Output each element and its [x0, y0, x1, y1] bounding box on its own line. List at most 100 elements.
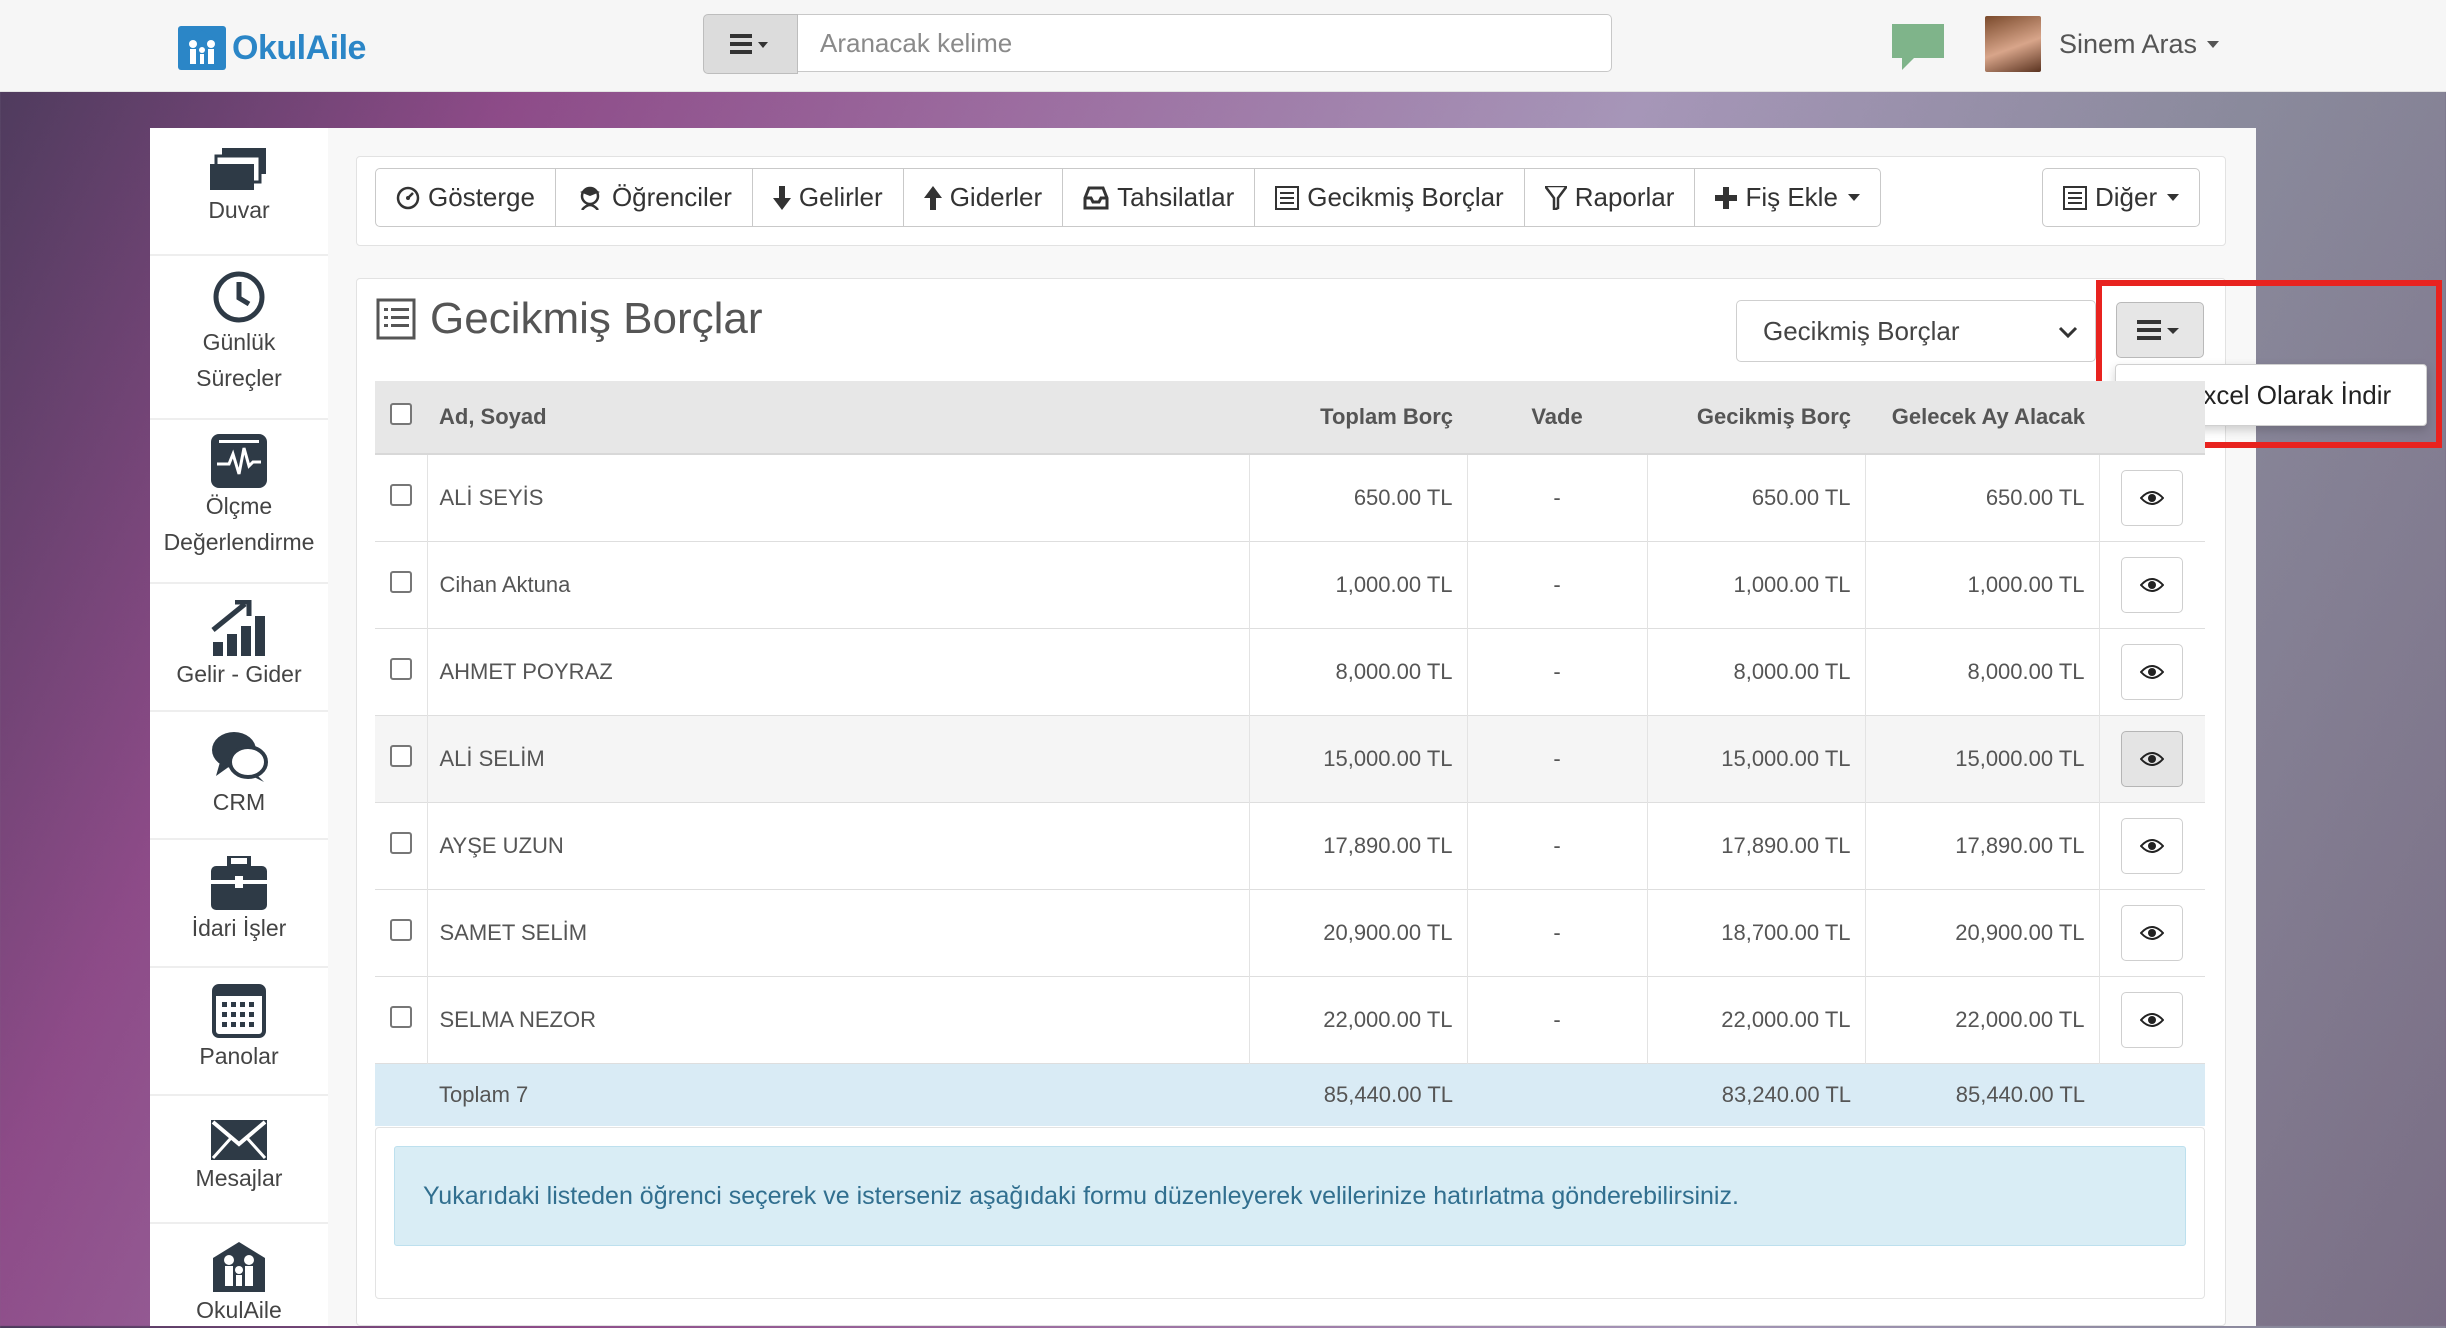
sidebar-item-label: CRM	[212, 789, 266, 815]
cell-next-month: 650.00 TL	[1865, 453, 2100, 542]
calendar-board-icon	[212, 984, 266, 1038]
table-row: ALİ SEYİS 650.00 TL - 650.00 TL 650.00 T…	[375, 453, 2205, 542]
family-icon	[213, 1242, 265, 1292]
income-button[interactable]: Gelirler	[751, 168, 904, 227]
reports-button[interactable]: Raporlar	[1523, 168, 1696, 227]
sidebar-item-label: Panolar	[199, 1043, 279, 1069]
expenses-button[interactable]: Giderler	[902, 168, 1064, 227]
view-button[interactable]	[2121, 557, 2184, 613]
view-button[interactable]	[2121, 992, 2184, 1048]
header-overdue-debt[interactable]: Gecikmiş Borç	[1647, 381, 1865, 455]
totals-label: Toplam 7	[427, 1063, 1249, 1126]
other-menu-button[interactable]: Diğer	[2042, 168, 2201, 227]
add-receipt-button[interactable]: Fiş Ekle	[1694, 168, 1881, 227]
arrow-down-icon	[772, 185, 791, 210]
cell-name: SELMA NEZOR	[427, 976, 1250, 1064]
sidebar-item-duvar[interactable]: Duvar	[150, 128, 328, 256]
view-button[interactable]	[2121, 731, 2184, 787]
sidebar-item-okulaile[interactable]: OkulAile	[150, 1224, 328, 1326]
table-row: AYŞE UZUN 17,890.00 TL - 17,890.00 TL 17…	[375, 802, 2205, 890]
sidebar-item-gunluk-surecler[interactable]: Günlük Süreçler	[150, 256, 328, 420]
arrow-up-icon	[923, 185, 942, 210]
chevron-down-icon	[2167, 194, 2180, 201]
sidebar-item-panolar[interactable]: Panolar	[150, 968, 328, 1096]
table-row: SAMET SELİM 20,900.00 TL - 18,700.00 TL …	[375, 889, 2205, 977]
cell-total-debt: 1,000.00 TL	[1249, 541, 1468, 629]
report-type-value: Gecikmiş Borçlar	[1763, 315, 1960, 346]
overdue-debts-button[interactable]: Gecikmiş Borçlar	[1254, 168, 1525, 227]
brand-logo[interactable]: OkulAile	[178, 26, 366, 70]
cell-total-debt: 22,000.00 TL	[1249, 976, 1468, 1064]
inbox-icon	[1083, 186, 1109, 209]
row-checkbox[interactable]	[389, 832, 412, 854]
sidebar-item-idari-isler[interactable]: İdari İşler	[150, 840, 328, 968]
dashboard-label: Gösterge	[428, 182, 535, 212]
select-all-checkbox[interactable]	[390, 403, 412, 425]
view-button[interactable]	[2121, 818, 2184, 874]
sidebar-item-crm[interactable]: CRM	[150, 712, 328, 840]
row-checkbox[interactable]	[389, 484, 412, 506]
user-name: Sinem Aras	[2059, 28, 2198, 59]
monitor-pulse-icon	[211, 434, 267, 488]
eye-icon	[2140, 926, 2165, 940]
table-row: SELMA NEZOR 22,000.00 TL - 22,000.00 TL …	[375, 976, 2205, 1064]
header-name[interactable]: Ad, Soyad	[427, 381, 1249, 455]
totals-overdue-debt: 83,240.00 TL	[1647, 1063, 1865, 1126]
cell-next-month: 15,000.00 TL	[1865, 715, 2100, 803]
sidebar-item-gelir-gider[interactable]: Gelir - Gider	[150, 584, 328, 712]
view-button[interactable]	[2121, 905, 2184, 961]
header-next-month[interactable]: Gelecek Ay Alacak	[1865, 381, 2099, 455]
header-total-debt[interactable]: Toplam Borç	[1249, 381, 1467, 455]
cell-overdue-debt: 15,000.00 TL	[1647, 715, 1866, 803]
view-button[interactable]	[2121, 470, 2184, 526]
eye-icon	[2140, 665, 2165, 679]
cell-total-debt: 17,890.00 TL	[1249, 802, 1468, 890]
sidebar-item-mesajlar[interactable]: Mesajlar	[150, 1096, 328, 1224]
eye-icon	[2140, 491, 2165, 505]
cell-next-month: 17,890.00 TL	[1865, 802, 2100, 890]
chevron-down-icon	[1847, 194, 1860, 201]
view-button[interactable]	[2121, 644, 2184, 700]
students-button[interactable]: Öğrenciler	[554, 168, 753, 227]
sidebar-item-label: Ölçme	[205, 493, 273, 519]
brand-name: OkulAile	[232, 28, 366, 67]
dashboard-icon	[396, 186, 420, 209]
chat-icon[interactable]	[1890, 22, 1946, 77]
chat-bubbles-icon	[212, 732, 268, 782]
cell-name: AYŞE UZUN	[427, 802, 1250, 890]
cell-next-month: 20,900.00 TL	[1865, 889, 2100, 977]
eye-icon	[2140, 839, 2165, 853]
sidebar: Duvar Günlük Süreçler Ölçme Değerlendirm…	[150, 128, 328, 1326]
dashboard-button[interactable]: Gösterge	[375, 168, 556, 227]
students-icon	[579, 186, 600, 210]
collections-label: Tahsilatlar	[1117, 182, 1235, 212]
user-menu[interactable]: Sinem Aras	[1985, 16, 2220, 72]
sidebar-item-label-2: Süreçler	[196, 365, 282, 391]
row-checkbox[interactable]	[389, 745, 412, 767]
sidebar-item-label: OkulAile	[196, 1297, 282, 1323]
eye-icon	[2140, 1013, 2165, 1027]
table-row: AHMET POYRAZ 8,000.00 TL - 8,000.00 TL 8…	[375, 628, 2205, 716]
list-menu-icon	[729, 34, 768, 54]
row-checkbox[interactable]	[389, 658, 412, 680]
list-alt-icon	[1275, 185, 1300, 210]
search-menu-button[interactable]	[703, 14, 798, 74]
cell-due: -	[1467, 802, 1648, 890]
row-checkbox[interactable]	[389, 1006, 412, 1028]
totals-row: Toplam 7 85,440.00 TL 83,240.00 TL 85,44…	[375, 1063, 2205, 1126]
collections-button[interactable]: Tahsilatlar	[1062, 168, 1256, 227]
chevron-down-icon	[2207, 40, 2220, 48]
row-checkbox[interactable]	[389, 571, 412, 593]
header-due[interactable]: Vade	[1467, 381, 1647, 455]
overdue-debts-label: Gecikmiş Borçlar	[1307, 182, 1504, 212]
sidebar-item-olcme-degerlendirme[interactable]: Ölçme Değerlendirme	[150, 420, 328, 584]
other-label: Diğer	[2095, 182, 2158, 212]
cell-due: -	[1467, 976, 1648, 1064]
row-checkbox[interactable]	[389, 919, 412, 941]
table-row: Cihan Aktuna 1,000.00 TL - 1,000.00 TL 1…	[375, 541, 2205, 629]
search-input[interactable]	[798, 14, 1612, 72]
income-label: Gelirler	[798, 182, 883, 212]
report-type-select[interactable]: Gecikmiş Borçlar	[1736, 300, 2096, 362]
eye-icon	[2140, 578, 2165, 592]
cell-name: SAMET SELİM	[427, 889, 1250, 977]
